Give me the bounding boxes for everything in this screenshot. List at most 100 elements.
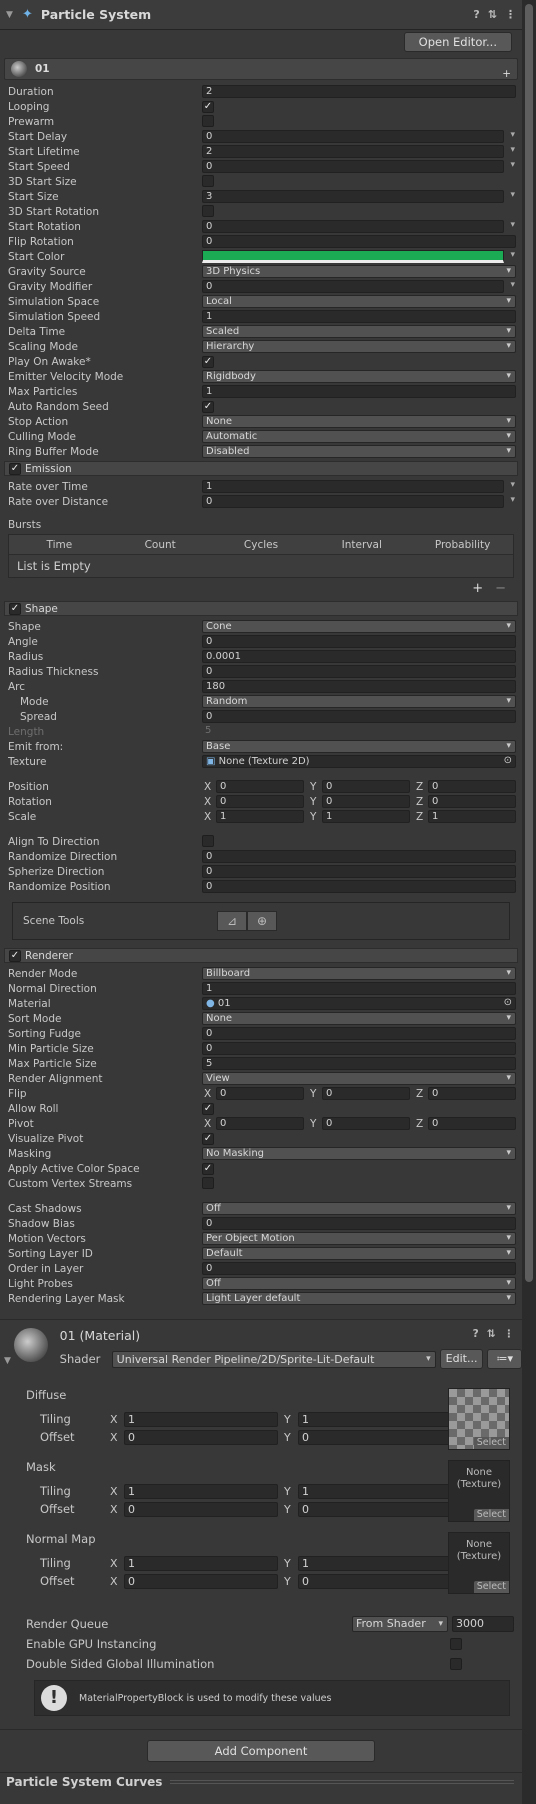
diffuse-tiling-y-field[interactable]: 1 — [298, 1411, 452, 1427]
culling-mode-dropdown[interactable]: Automatic — [202, 430, 516, 443]
add-component-button[interactable]: Add Component — [147, 1740, 375, 1762]
render-queue-field[interactable]: 3000 — [452, 1616, 514, 1632]
object-picker-icon[interactable]: ⊙ — [504, 755, 512, 766]
diffuse-tiling-x-field[interactable]: 1 — [124, 1411, 278, 1427]
mask-texture-slot[interactable]: None (Texture) Select — [448, 1460, 510, 1522]
curves-drag-handle[interactable] — [170, 1779, 514, 1784]
rate-over-time-field[interactable]: 1 — [202, 480, 504, 493]
sorting-layer-id-dropdown[interactable]: Default — [202, 1247, 516, 1260]
more-icon[interactable]: ⋮ — [505, 8, 516, 21]
rotation-x-field[interactable]: 0 — [216, 795, 304, 808]
stop-action-dropdown[interactable]: None — [202, 415, 516, 428]
material-preset-icon[interactable]: ⇅ — [487, 1328, 496, 1343]
emission-enable-checkbox[interactable]: ✓ — [9, 462, 21, 475]
shape-dropdown[interactable]: Cone — [202, 620, 516, 633]
mask-tiling-y-field[interactable]: 1 — [298, 1483, 452, 1499]
radius-field[interactable]: 0.0001 — [202, 650, 516, 663]
flip-y-field[interactable]: 0 — [322, 1087, 410, 1100]
looping-checkbox[interactable]: ✓ — [202, 101, 214, 113]
preset-icon[interactable]: ⇅ — [488, 8, 497, 21]
material-help-icon[interactable]: ? — [473, 1328, 479, 1343]
normal-map-select-button[interactable]: Select — [473, 1581, 509, 1593]
shader-edit-button[interactable]: Edit... — [439, 1349, 484, 1369]
emitter-velocity-mode-dropdown[interactable]: Rigidbody — [202, 370, 516, 383]
spherize-direction-field[interactable]: 0 — [202, 865, 516, 878]
normal-map-tiling-x-field[interactable]: 1 — [124, 1555, 278, 1571]
order-in-layer-field[interactable]: 0 — [202, 1262, 516, 1275]
shader-dropdown[interactable]: Universal Render Pipeline/2D/Sprite-Lit-… — [111, 1350, 436, 1368]
normal-map-offset-y-field[interactable]: 0 — [298, 1573, 452, 1589]
apply-active-color-space-checkbox[interactable]: ✓ — [202, 1163, 214, 1175]
render-queue-dropdown[interactable]: From Shader — [352, 1616, 448, 1632]
scale-x-field[interactable]: 1 — [216, 810, 304, 823]
rate-over-distance-field[interactable]: 0 — [202, 495, 504, 508]
flip-x-field[interactable]: 0 — [216, 1087, 304, 1100]
mask-offset-y-field[interactable]: 0 — [298, 1501, 452, 1517]
angle-field[interactable]: 0 — [202, 635, 516, 648]
sorting-fudge-field[interactable]: 0 — [202, 1027, 516, 1040]
diffuse-offset-x-field[interactable]: 0 — [124, 1429, 278, 1445]
start-size-field[interactable]: 3 — [202, 190, 504, 203]
masking-dropdown[interactable]: No Masking — [202, 1147, 516, 1160]
pivot-z-field[interactable]: 0 — [428, 1117, 516, 1130]
gravity-source-dropdown[interactable]: 3D Physics — [202, 265, 516, 278]
edit-shape-tool-icon[interactable]: ⊿ — [217, 911, 247, 931]
randomize-direction-field[interactable]: 0 — [202, 850, 516, 863]
start-delay-field[interactable]: 0 — [202, 130, 504, 143]
max-particles-field[interactable]: 1 — [202, 385, 516, 398]
material-foldout-icon[interactable]: ▼ — [4, 1356, 11, 1366]
shape-enable-checkbox[interactable]: ✓ — [9, 602, 21, 615]
help-icon[interactable]: ? — [473, 8, 479, 21]
remove-burst-button[interactable]: − — [495, 581, 506, 596]
duration-field[interactable]: 2 — [202, 85, 516, 98]
emission-section-header[interactable]: ✓ Emission — [4, 461, 518, 476]
3d-start-rotation-checkbox[interactable] — [202, 205, 214, 217]
delta-time-dropdown[interactable]: Scaled — [202, 325, 516, 338]
renderer-enable-checkbox[interactable]: ✓ — [9, 949, 21, 962]
scrollbar-thumb[interactable] — [525, 4, 533, 1282]
inspector-scrollbar[interactable] — [522, 0, 536, 1804]
allow-roll-checkbox[interactable]: ✓ — [202, 1103, 214, 1115]
min-particle-size-field[interactable]: 0 — [202, 1042, 516, 1055]
ring-buffer-mode-dropdown[interactable]: Disabled — [202, 445, 516, 458]
normal-map-tiling-y-field[interactable]: 1 — [298, 1555, 452, 1571]
scaling-mode-dropdown[interactable]: Hierarchy — [202, 340, 516, 353]
sort-mode-dropdown[interactable]: None — [202, 1012, 516, 1025]
render-mode-dropdown[interactable]: Billboard — [202, 967, 516, 980]
material-object-field[interactable]: ● 01 ⊙ — [202, 997, 516, 1010]
emit-from-dropdown[interactable]: Base — [202, 740, 516, 753]
mask-offset-x-field[interactable]: 0 — [124, 1501, 278, 1517]
pivot-x-field[interactable]: 0 — [216, 1117, 304, 1130]
spread-field[interactable]: 0 — [202, 710, 516, 723]
prewarm-checkbox[interactable] — [202, 115, 214, 127]
start-speed-field[interactable]: 0 — [202, 160, 504, 173]
randomize-position-field[interactable]: 0 — [202, 880, 516, 893]
mask-tiling-x-field[interactable]: 1 — [124, 1483, 278, 1499]
normal-map-offset-x-field[interactable]: 0 — [124, 1573, 278, 1589]
material-more-icon[interactable]: ⋮ — [504, 1328, 515, 1343]
normal-map-texture-slot[interactable]: None (Texture) Select — [448, 1532, 510, 1594]
position-x-field[interactable]: 0 — [216, 780, 304, 793]
scale-y-field[interactable]: 1 — [322, 810, 410, 823]
scale-z-field[interactable]: 1 — [428, 810, 516, 823]
mode-dropdown[interactable]: Random — [202, 695, 516, 708]
3d-start-size-checkbox[interactable] — [202, 175, 214, 187]
shape-section-header[interactable]: ✓ Shape — [4, 601, 518, 616]
visualize-pivot-checkbox[interactable]: ✓ — [202, 1133, 214, 1145]
object-picker-icon[interactable]: ⊙ — [504, 997, 512, 1008]
rotation-z-field[interactable]: 0 — [428, 795, 516, 808]
start-lifetime-field[interactable]: 2 — [202, 145, 504, 158]
double-sided-gi-checkbox[interactable] — [450, 1658, 462, 1670]
play-on-awake-checkbox[interactable]: ✓ — [202, 356, 214, 368]
renderer-section-header[interactable]: ✓ Renderer — [4, 948, 518, 963]
curves-panel-header[interactable]: Particle System Curves — [0, 1772, 522, 1790]
gpu-instancing-checkbox[interactable] — [450, 1638, 462, 1650]
start-color-swatch[interactable] — [202, 250, 504, 263]
rotation-y-field[interactable]: 0 — [322, 795, 410, 808]
diffuse-texture-slot[interactable]: Select — [448, 1388, 510, 1450]
rendering-layer-mask-dropdown[interactable]: Light Layer default — [202, 1292, 516, 1305]
transform-tool-icon[interactable]: ⊕ — [247, 911, 277, 931]
diffuse-offset-y-field[interactable]: 0 — [298, 1429, 452, 1445]
motion-vectors-dropdown[interactable]: Per Object Motion — [202, 1232, 516, 1245]
add-module-button[interactable]: + — [502, 68, 511, 80]
